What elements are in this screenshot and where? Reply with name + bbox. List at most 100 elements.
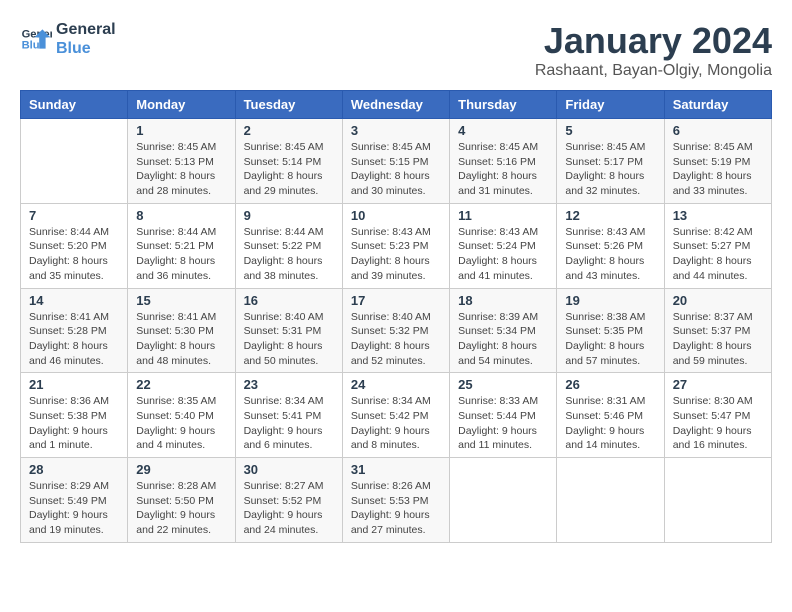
day-header-tuesday: Tuesday <box>235 91 342 119</box>
day-number: 1 <box>136 123 226 138</box>
day-number: 4 <box>458 123 548 138</box>
day-info: Sunrise: 8:36 AMSunset: 5:38 PMDaylight:… <box>29 394 119 453</box>
day-number: 27 <box>673 377 763 392</box>
day-cell: 10 Sunrise: 8:43 AMSunset: 5:23 PMDaylig… <box>342 203 449 288</box>
day-info: Sunrise: 8:39 AMSunset: 5:34 PMDaylight:… <box>458 310 548 369</box>
day-number: 23 <box>244 377 334 392</box>
day-cell: 21 Sunrise: 8:36 AMSunset: 5:38 PMDaylig… <box>21 373 128 458</box>
week-row-3: 14 Sunrise: 8:41 AMSunset: 5:28 PMDaylig… <box>21 288 772 373</box>
day-info: Sunrise: 8:41 AMSunset: 5:28 PMDaylight:… <box>29 310 119 369</box>
day-number: 30 <box>244 462 334 477</box>
day-info: Sunrise: 8:45 AMSunset: 5:19 PMDaylight:… <box>673 140 763 199</box>
day-cell: 23 Sunrise: 8:34 AMSunset: 5:41 PMDaylig… <box>235 373 342 458</box>
day-cell: 27 Sunrise: 8:30 AMSunset: 5:47 PMDaylig… <box>664 373 771 458</box>
day-number: 14 <box>29 293 119 308</box>
svg-text:General: General <box>22 29 52 41</box>
day-number: 3 <box>351 123 441 138</box>
day-cell: 6 Sunrise: 8:45 AMSunset: 5:19 PMDayligh… <box>664 119 771 204</box>
day-cell: 22 Sunrise: 8:35 AMSunset: 5:40 PMDaylig… <box>128 373 235 458</box>
day-info: Sunrise: 8:29 AMSunset: 5:49 PMDaylight:… <box>29 479 119 538</box>
day-cell: 7 Sunrise: 8:44 AMSunset: 5:20 PMDayligh… <box>21 203 128 288</box>
day-number: 11 <box>458 208 548 223</box>
day-header-friday: Friday <box>557 91 664 119</box>
day-info: Sunrise: 8:38 AMSunset: 5:35 PMDaylight:… <box>565 310 655 369</box>
day-cell: 11 Sunrise: 8:43 AMSunset: 5:24 PMDaylig… <box>450 203 557 288</box>
day-cell: 1 Sunrise: 8:45 AMSunset: 5:13 PMDayligh… <box>128 119 235 204</box>
day-cell: 16 Sunrise: 8:40 AMSunset: 5:31 PMDaylig… <box>235 288 342 373</box>
day-number: 10 <box>351 208 441 223</box>
day-number: 26 <box>565 377 655 392</box>
day-cell: 19 Sunrise: 8:38 AMSunset: 5:35 PMDaylig… <box>557 288 664 373</box>
day-cell: 14 Sunrise: 8:41 AMSunset: 5:28 PMDaylig… <box>21 288 128 373</box>
logo-icon: General Blue <box>20 23 52 55</box>
week-row-1: 1 Sunrise: 8:45 AMSunset: 5:13 PMDayligh… <box>21 119 772 204</box>
day-number: 15 <box>136 293 226 308</box>
day-number: 6 <box>673 123 763 138</box>
day-cell <box>664 458 771 543</box>
day-number: 31 <box>351 462 441 477</box>
header: General Blue GeneralBlue January 2024 Ra… <box>20 20 772 80</box>
day-number: 19 <box>565 293 655 308</box>
day-cell: 5 Sunrise: 8:45 AMSunset: 5:17 PMDayligh… <box>557 119 664 204</box>
day-cell: 28 Sunrise: 8:29 AMSunset: 5:49 PMDaylig… <box>21 458 128 543</box>
main-title: January 2024 <box>535 20 772 62</box>
calendar-header-row: SundayMondayTuesdayWednesdayThursdayFrid… <box>21 91 772 119</box>
day-cell: 26 Sunrise: 8:31 AMSunset: 5:46 PMDaylig… <box>557 373 664 458</box>
day-info: Sunrise: 8:41 AMSunset: 5:30 PMDaylight:… <box>136 310 226 369</box>
day-info: Sunrise: 8:45 AMSunset: 5:14 PMDaylight:… <box>244 140 334 199</box>
day-number: 2 <box>244 123 334 138</box>
day-info: Sunrise: 8:35 AMSunset: 5:40 PMDaylight:… <box>136 394 226 453</box>
day-info: Sunrise: 8:34 AMSunset: 5:42 PMDaylight:… <box>351 394 441 453</box>
day-info: Sunrise: 8:44 AMSunset: 5:20 PMDaylight:… <box>29 225 119 284</box>
day-info: Sunrise: 8:45 AMSunset: 5:16 PMDaylight:… <box>458 140 548 199</box>
day-info: Sunrise: 8:45 AMSunset: 5:17 PMDaylight:… <box>565 140 655 199</box>
day-number: 20 <box>673 293 763 308</box>
day-header-monday: Monday <box>128 91 235 119</box>
day-info: Sunrise: 8:44 AMSunset: 5:21 PMDaylight:… <box>136 225 226 284</box>
day-cell <box>557 458 664 543</box>
day-number: 9 <box>244 208 334 223</box>
day-number: 5 <box>565 123 655 138</box>
day-info: Sunrise: 8:44 AMSunset: 5:22 PMDaylight:… <box>244 225 334 284</box>
day-header-wednesday: Wednesday <box>342 91 449 119</box>
day-number: 22 <box>136 377 226 392</box>
day-cell: 12 Sunrise: 8:43 AMSunset: 5:26 PMDaylig… <box>557 203 664 288</box>
week-row-2: 7 Sunrise: 8:44 AMSunset: 5:20 PMDayligh… <box>21 203 772 288</box>
day-info: Sunrise: 8:43 AMSunset: 5:23 PMDaylight:… <box>351 225 441 284</box>
day-info: Sunrise: 8:31 AMSunset: 5:46 PMDaylight:… <box>565 394 655 453</box>
day-cell <box>450 458 557 543</box>
day-cell: 20 Sunrise: 8:37 AMSunset: 5:37 PMDaylig… <box>664 288 771 373</box>
day-number: 8 <box>136 208 226 223</box>
day-number: 17 <box>351 293 441 308</box>
day-cell: 13 Sunrise: 8:42 AMSunset: 5:27 PMDaylig… <box>664 203 771 288</box>
day-cell: 8 Sunrise: 8:44 AMSunset: 5:21 PMDayligh… <box>128 203 235 288</box>
day-cell: 29 Sunrise: 8:28 AMSunset: 5:50 PMDaylig… <box>128 458 235 543</box>
day-number: 24 <box>351 377 441 392</box>
day-info: Sunrise: 8:43 AMSunset: 5:24 PMDaylight:… <box>458 225 548 284</box>
day-cell: 25 Sunrise: 8:33 AMSunset: 5:44 PMDaylig… <box>450 373 557 458</box>
title-area: January 2024 Rashaant, Bayan-Olgiy, Mong… <box>535 20 772 80</box>
day-info: Sunrise: 8:28 AMSunset: 5:50 PMDaylight:… <box>136 479 226 538</box>
day-number: 12 <box>565 208 655 223</box>
day-cell: 30 Sunrise: 8:27 AMSunset: 5:52 PMDaylig… <box>235 458 342 543</box>
day-number: 7 <box>29 208 119 223</box>
day-info: Sunrise: 8:42 AMSunset: 5:27 PMDaylight:… <box>673 225 763 284</box>
day-info: Sunrise: 8:43 AMSunset: 5:26 PMDaylight:… <box>565 225 655 284</box>
week-row-4: 21 Sunrise: 8:36 AMSunset: 5:38 PMDaylig… <box>21 373 772 458</box>
day-number: 21 <box>29 377 119 392</box>
week-row-5: 28 Sunrise: 8:29 AMSunset: 5:49 PMDaylig… <box>21 458 772 543</box>
day-header-thursday: Thursday <box>450 91 557 119</box>
day-info: Sunrise: 8:40 AMSunset: 5:32 PMDaylight:… <box>351 310 441 369</box>
day-info: Sunrise: 8:40 AMSunset: 5:31 PMDaylight:… <box>244 310 334 369</box>
day-number: 18 <box>458 293 548 308</box>
day-cell: 24 Sunrise: 8:34 AMSunset: 5:42 PMDaylig… <box>342 373 449 458</box>
day-info: Sunrise: 8:27 AMSunset: 5:52 PMDaylight:… <box>244 479 334 538</box>
day-cell: 18 Sunrise: 8:39 AMSunset: 5:34 PMDaylig… <box>450 288 557 373</box>
day-cell: 31 Sunrise: 8:26 AMSunset: 5:53 PMDaylig… <box>342 458 449 543</box>
day-number: 29 <box>136 462 226 477</box>
day-info: Sunrise: 8:26 AMSunset: 5:53 PMDaylight:… <box>351 479 441 538</box>
day-info: Sunrise: 8:37 AMSunset: 5:37 PMDaylight:… <box>673 310 763 369</box>
day-cell: 3 Sunrise: 8:45 AMSunset: 5:15 PMDayligh… <box>342 119 449 204</box>
day-cell <box>21 119 128 204</box>
day-info: Sunrise: 8:33 AMSunset: 5:44 PMDaylight:… <box>458 394 548 453</box>
